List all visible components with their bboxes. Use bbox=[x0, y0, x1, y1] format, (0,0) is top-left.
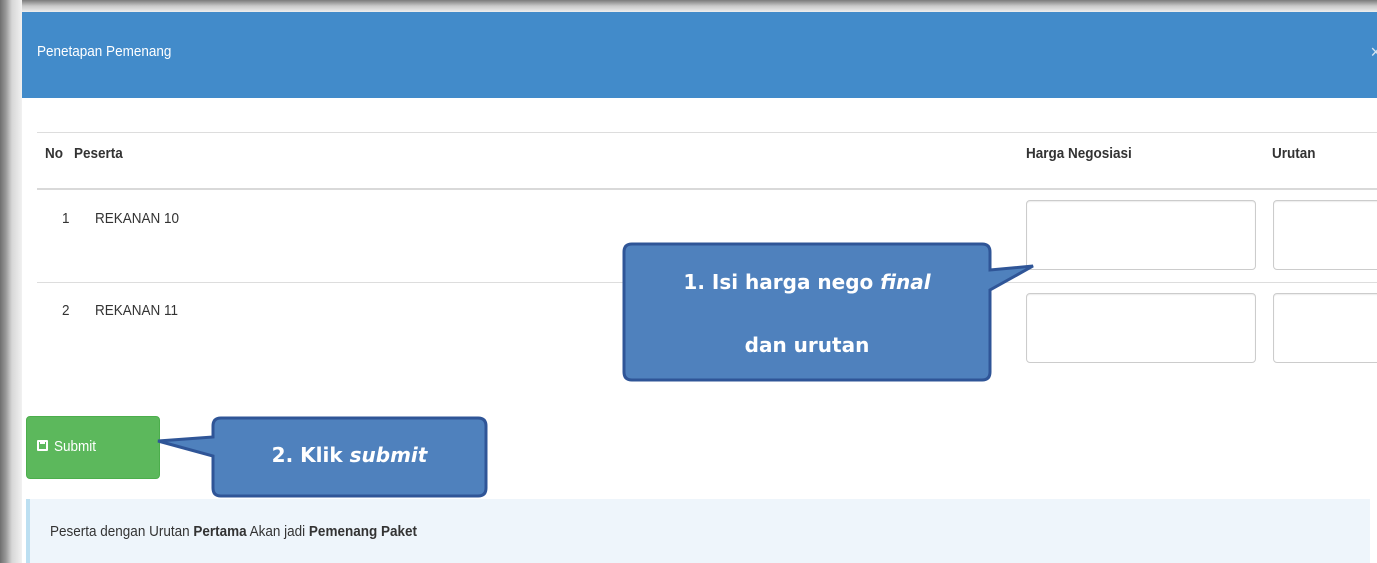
participant-name: REKANAN 10 bbox=[95, 210, 180, 227]
callout-2-text-italic: submit bbox=[349, 443, 428, 467]
row-number: 1 bbox=[62, 210, 70, 227]
floppy-icon bbox=[37, 440, 48, 451]
submit-button[interactable]: Submit bbox=[26, 416, 160, 479]
info-text-part: Akan jadi bbox=[246, 523, 309, 540]
callout-1-text-line2: dan urutan bbox=[744, 333, 870, 357]
column-header-peserta: Peserta bbox=[74, 145, 123, 162]
participant-name: REKANAN 11 bbox=[95, 302, 179, 319]
column-header-urutan: Urutan bbox=[1272, 145, 1316, 162]
info-bold-winner: Pemenang Paket bbox=[308, 523, 417, 540]
window-frame-left bbox=[0, 0, 22, 563]
close-icon[interactable]: × bbox=[1370, 42, 1377, 63]
table-header-border bbox=[37, 188, 1377, 190]
submit-label: Submit bbox=[54, 438, 97, 455]
info-text: Peserta dengan Urutan Pertama Akan jadi … bbox=[50, 523, 417, 540]
info-bold-first: Pertama bbox=[193, 523, 247, 540]
callout-1-text-part: 1. Isi harga nego bbox=[683, 270, 881, 294]
table-top-border bbox=[37, 132, 1377, 133]
modal-header: Penetapan Pemenang × bbox=[22, 12, 1377, 98]
callout-1-text: 1. Isi harga nego final bbox=[624, 270, 990, 294]
info-alert: Peserta dengan Urutan Pertama Akan jadi … bbox=[26, 499, 1370, 563]
info-text-part: Peserta dengan Urutan bbox=[50, 523, 194, 540]
callout-1-text-italic: final bbox=[880, 270, 931, 294]
modal-title: Penetapan Pemenang bbox=[37, 43, 172, 60]
window-frame-top bbox=[0, 0, 1377, 12]
row-number: 2 bbox=[62, 302, 70, 319]
callout-2-text: 2. Klik submit bbox=[213, 443, 486, 467]
callout-2-text-part: 2. Klik bbox=[271, 443, 350, 467]
urutan-input[interactable] bbox=[1273, 293, 1377, 363]
harga-negosiasi-input[interactable] bbox=[1026, 293, 1256, 363]
harga-negosiasi-input[interactable] bbox=[1026, 200, 1256, 270]
column-header-no: No bbox=[45, 145, 63, 162]
column-header-harga-negosiasi: Harga Negosiasi bbox=[1026, 145, 1132, 162]
urutan-input[interactable] bbox=[1273, 200, 1377, 270]
